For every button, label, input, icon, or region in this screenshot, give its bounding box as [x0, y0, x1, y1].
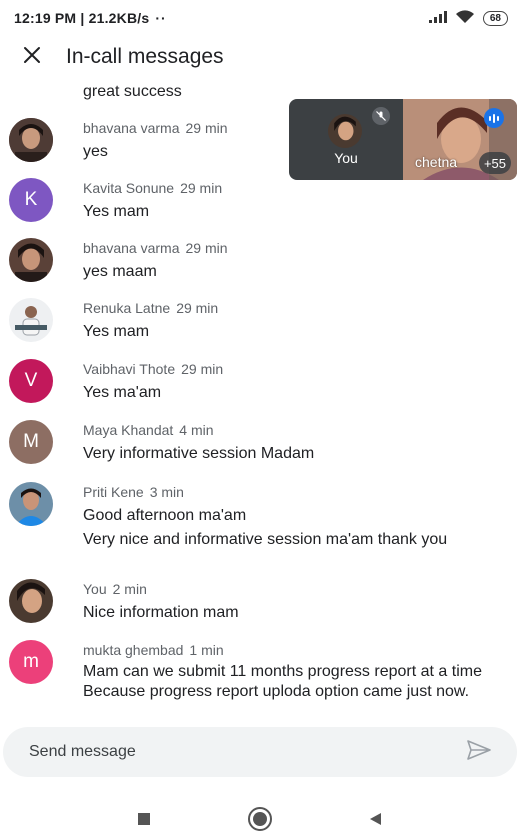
mic-off-icon	[372, 107, 390, 125]
avatar: M	[9, 420, 53, 464]
message-text: Yes mam	[83, 323, 150, 340]
recents-button[interactable]	[129, 806, 159, 836]
message-text: Very nice and informative session ma'am …	[83, 531, 448, 548]
message-sender: Kavita Sonune	[83, 180, 175, 196]
message-text: Yes mam	[83, 203, 150, 220]
avatar	[9, 298, 53, 342]
status-bar: 12:19 PM | 21.2KB/s ·· 68	[0, 0, 530, 36]
recents-icon	[137, 812, 151, 831]
message-sender: Maya Khandat	[83, 422, 174, 438]
message-sender: You	[83, 581, 107, 597]
video-pip[interactable]: You chetna +55	[289, 99, 517, 180]
speaker-video-tile[interactable]: chetna +55	[403, 99, 517, 180]
message-sender-line: Kavita Sonune 29 min	[83, 180, 222, 196]
avatar: V	[9, 359, 53, 403]
message-time: 29 min	[176, 300, 219, 316]
avatar-letter: K	[24, 189, 38, 210]
send-button[interactable]	[467, 739, 491, 765]
avatar: m	[9, 640, 53, 684]
message-time: 2 min	[112, 581, 147, 597]
battery-icon: 68	[482, 10, 508, 26]
speaking-indicator-icon	[484, 108, 504, 128]
system-nav-bar	[0, 800, 530, 838]
home-icon	[247, 806, 273, 837]
speaker-name: chetna	[415, 154, 458, 170]
message-sender: Priti Kene	[83, 484, 144, 500]
close-icon	[23, 46, 41, 69]
message-sender-line: Maya Khandat 4 min	[83, 422, 214, 438]
message-composer	[3, 727, 517, 777]
message-time: 4 min	[179, 422, 214, 438]
message-sender: bhavana varma	[83, 240, 180, 256]
status-time-speed: 12:19 PM | 21.2KB/s	[14, 10, 150, 26]
avatar	[9, 118, 53, 162]
home-button[interactable]	[245, 806, 275, 836]
message-sender-line: You 2 min	[83, 581, 147, 597]
send-icon	[467, 739, 491, 765]
message-sender-line: bhavana varma 29 min	[83, 240, 228, 256]
self-label: You	[334, 150, 358, 166]
message-text: Yes ma'am	[83, 384, 162, 401]
signal-icon	[428, 10, 447, 26]
message-text: Nice information mam	[83, 604, 239, 621]
back-icon	[367, 811, 383, 832]
close-button[interactable]	[18, 43, 46, 71]
message-time: 29 min	[185, 240, 228, 256]
message-sender-line: mukta ghembad 1 min	[83, 642, 224, 658]
message-sender-line: Vaibhavi Thote 29 min	[83, 361, 223, 377]
message-text: Very informative session Madam	[83, 445, 315, 462]
message-sender: Vaibhavi Thote	[83, 361, 176, 377]
status-notification-dots: ··	[155, 10, 167, 26]
participant-count-badge[interactable]: +55	[478, 152, 511, 174]
message-text: Good afternoon ma'am	[83, 507, 247, 524]
page-title: In-call messages	[66, 45, 224, 68]
avatar	[9, 579, 53, 623]
message-sender-line: Priti Kene 3 min	[83, 484, 184, 500]
self-avatar	[328, 114, 362, 148]
message-text: Mam can we submit 11 months progress rep…	[83, 663, 482, 700]
status-left: 12:19 PM | 21.2KB/s ··	[14, 10, 167, 26]
self-video-tile[interactable]: You	[289, 99, 403, 180]
message-time: 29 min	[185, 120, 228, 136]
avatar-letter: m	[23, 651, 39, 672]
status-right: 68	[428, 9, 508, 27]
avatar	[9, 482, 53, 526]
message-time: 29 min	[180, 180, 223, 196]
avatar-letter: V	[24, 370, 38, 391]
message-sender: bhavana varma	[83, 120, 180, 136]
avatar	[9, 238, 53, 282]
message-sender: Renuka Latne	[83, 300, 171, 316]
send-message-input[interactable]	[29, 743, 429, 761]
header: In-call messages	[0, 36, 530, 78]
message-time: 3 min	[149, 484, 184, 500]
message-sender: mukta ghembad	[83, 642, 184, 658]
message-text: yes maam	[83, 263, 157, 280]
message-sender-line: bhavana varma 29 min	[83, 120, 228, 136]
wifi-icon	[455, 9, 475, 27]
message-time: 29 min	[181, 361, 224, 377]
avatar: K	[9, 178, 53, 222]
back-button[interactable]	[360, 806, 390, 836]
message-time: 1 min	[189, 642, 224, 658]
message-sender-line: Renuka Latne 29 min	[83, 300, 218, 316]
avatar-letter: M	[23, 431, 39, 452]
